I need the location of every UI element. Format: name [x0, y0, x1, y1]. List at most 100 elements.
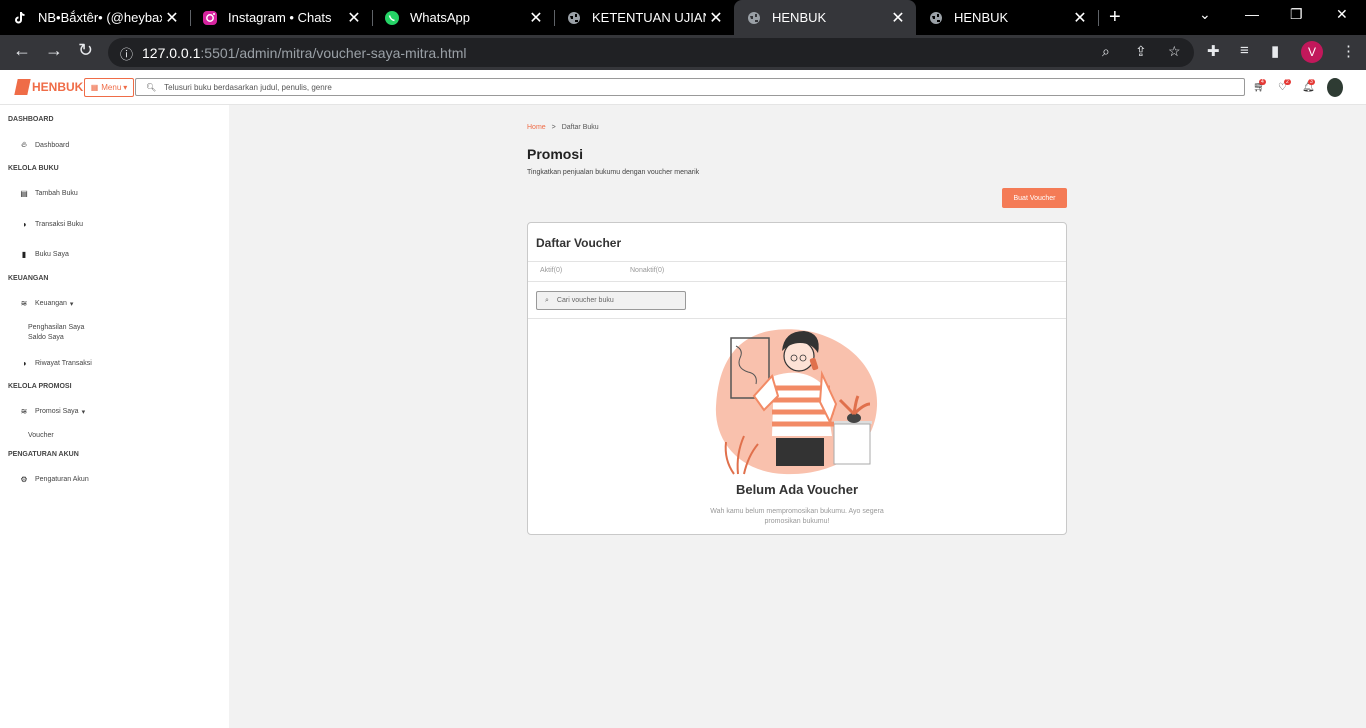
notification-bell-icon[interactable]: 🔔︎ 3 — [1302, 79, 1315, 93]
sidebar-item-label: Transaksi Buku — [35, 221, 83, 228]
tab-divider — [1098, 10, 1099, 26]
sidebar-item-label: Promosi Saya — [35, 408, 79, 415]
minimize-button[interactable]: — — [1245, 6, 1259, 22]
zoom-icon[interactable]: ⌕ — [1102, 43, 1110, 60]
browser-tab-active[interactable]: HENBUK ✕ — [734, 0, 916, 35]
close-icon[interactable]: ✕ — [526, 8, 546, 28]
new-tab-button[interactable]: + — [1109, 6, 1121, 29]
side-panel-icon[interactable]: ▮ — [1271, 42, 1279, 60]
divider — [528, 261, 1066, 262]
globe-icon — [928, 10, 944, 26]
caret-down-icon: ▾ — [69, 300, 74, 308]
breadcrumb: Home > Daftar Buku — [527, 124, 599, 131]
window-close-button[interactable]: ✕ — [1336, 6, 1348, 23]
sidebar-item-transaksi-buku[interactable]: ◑ Transaksi Buku — [19, 220, 83, 229]
close-icon[interactable]: ✕ — [344, 8, 364, 28]
tab-title: KETENTUAN UJIAN PF — [592, 10, 706, 25]
book-search-input[interactable]: 🔍︎ Telusuri buku berdasarkan judul, penu… — [135, 78, 1245, 96]
page-title: Promosi — [527, 146, 584, 162]
tab-search-chevron-icon[interactable]: ⌄ — [1199, 6, 1211, 23]
breadcrumb-home-link[interactable]: Home — [527, 124, 546, 131]
caret-down-icon: ▾ — [81, 408, 86, 416]
close-icon[interactable]: ✕ — [888, 8, 908, 28]
history-icon: ◑ — [21, 359, 27, 368]
browser-tab[interactable]: HENBUK ✕ — [916, 0, 1098, 35]
tab-nonaktif[interactable]: Nonaktif(0) — [630, 267, 664, 274]
sidebar-subitem-penghasilan[interactable]: Penghasilan Saya — [28, 323, 84, 333]
browser-tab[interactable]: Instagram • Chats ✕ — [190, 0, 372, 35]
sidebar-item-buku-saya[interactable]: ▮ Buku Saya — [19, 250, 69, 259]
sidebar-item-label: Dashboard — [35, 141, 70, 149]
henbuk-logo[interactable]: HENBUK — [14, 79, 84, 95]
tab-title: NB•Bắxtêr• (@heybaxt — [38, 10, 162, 25]
empty-state-text: Wah kamu belum mempromosikan bukumu. Ayo… — [710, 508, 884, 525]
sidebar-heading-keuangan: KEUANGAN — [8, 275, 49, 282]
voucher-search-placeholder: Cari voucher buku — [556, 297, 614, 304]
browser-tab[interactable]: WhatsApp ✕ — [372, 0, 554, 35]
search-icon: 🔍︎ — [146, 82, 157, 92]
tiktok-icon — [12, 10, 28, 26]
wishlist-badge: 2 — [1284, 79, 1291, 85]
voucher-list-card: Daftar Voucher Aktif(0) Nonaktif(0) ⌕ Ca… — [527, 222, 1067, 535]
bookmark-star-icon[interactable]: ☆ — [1168, 43, 1181, 60]
sidebar-item-riwayat-transaksi[interactable]: ◑ Riwayat Transaksi — [19, 359, 92, 368]
media-control-icon[interactable]: ≡ — [1240, 42, 1249, 59]
chevron-down-icon: ▾ — [123, 83, 128, 92]
wishlist-heart-icon[interactable]: ♡ 2 — [1278, 79, 1291, 93]
browser-tab[interactable]: NB•Bắxtêr• (@heybaxt ✕ — [0, 0, 190, 35]
close-icon[interactable]: ✕ — [706, 8, 726, 28]
logo-text: HENBUK — [32, 80, 84, 94]
tab-aktif[interactable]: Aktif(0) — [540, 267, 562, 274]
tab-title: HENBUK — [772, 10, 827, 25]
close-icon[interactable]: ✕ — [162, 8, 182, 28]
forward-arrow-icon[interactable]: → — [45, 40, 63, 61]
sidebar-item-pengaturan-akun[interactable]: ⚙ Pengaturan Akun — [19, 475, 89, 484]
notification-badge: 3 — [1308, 79, 1315, 85]
sidebar-heading-kelola-buku: KELOLA BUKU — [8, 165, 59, 172]
sidebar-subitem-voucher[interactable]: Voucher — [28, 431, 54, 441]
site-info-icon[interactable]: ⓘ — [120, 44, 133, 63]
sidebar-item-label: Buku Saya — [35, 251, 69, 258]
book-icon: ▮ — [21, 250, 27, 259]
sidebar-subitem-saldo[interactable]: Saldo Saya — [28, 333, 64, 343]
close-icon[interactable]: ✕ — [1070, 8, 1090, 28]
browser-tab[interactable]: KETENTUAN UJIAN PF ✕ — [554, 0, 734, 35]
page-subtitle: Tingkatkan penjualan bukumu dengan vouch… — [527, 169, 700, 176]
share-icon[interactable]: ⇪ — [1135, 43, 1147, 60]
restore-button[interactable]: ❐ — [1290, 6, 1303, 23]
browser-menu-icon[interactable]: ⋮ — [1341, 42, 1356, 60]
cart-icon[interactable]: 🛒︎ 4 — [1253, 79, 1266, 93]
sidebar-item-label: Tambah Buku — [35, 190, 78, 197]
gear-icon: ⚙ — [20, 475, 28, 484]
create-voucher-button[interactable]: Buat Voucher — [1002, 188, 1067, 208]
app-header: HENBUK ▦ Menu ▾ 🔍︎ Telusuri buku berdasa… — [0, 70, 1366, 105]
sidebar-item-tambah-buku[interactable]: ▤ Tambah Buku — [19, 189, 78, 198]
sidebar-item-promosi-saya[interactable]: ≋ Promosi Saya ▾ — [19, 407, 85, 416]
globe-icon — [566, 10, 582, 26]
card-title: Daftar Voucher — [536, 236, 622, 250]
logo-mark-icon — [14, 79, 31, 95]
fire-icon: 🔥︎ — [21, 140, 27, 149]
tab-title: HENBUK — [954, 10, 1009, 25]
sidebar-item-label: Riwayat Transaksi — [35, 360, 92, 367]
reload-icon[interactable]: ↻ — [78, 40, 93, 61]
profile-avatar[interactable]: V — [1301, 41, 1323, 63]
url-text[interactable]: 127.0.0.1:5501/admin/mitra/voucher-saya-… — [142, 45, 467, 61]
sidebar: DASHBOARD 🔥︎ Dashboard KELOLA BUKU ▤ Tamba… — [0, 105, 229, 728]
sidebar-heading-dashboard: DASHBOARD — [8, 116, 54, 123]
cart-badge: 4 — [1259, 79, 1266, 85]
divider — [528, 281, 1066, 282]
menu-button[interactable]: ▦ Menu ▾ — [84, 78, 134, 97]
voucher-search-input[interactable]: ⌕ Cari voucher buku — [536, 291, 686, 310]
globe-icon — [746, 10, 762, 26]
browser-tab-bar: NB•Bắxtêr• (@heybaxt ✕ Instagram • Chats… — [0, 0, 1366, 35]
sidebar-item-dashboard[interactable]: 🔥︎ Dashboard — [19, 140, 69, 150]
user-avatar[interactable] — [1327, 78, 1343, 97]
address-bar[interactable]: ⓘ 127.0.0.1:5501/admin/mitra/voucher-say… — [108, 38, 1194, 67]
sidebar-heading-kelola-promosi: KELOLA PROMOSI — [8, 383, 72, 390]
back-arrow-icon[interactable]: ← — [13, 40, 31, 61]
sidebar-item-label: Keuangan — [35, 300, 67, 307]
sidebar-item-keuangan[interactable]: ≋ Keuangan ▾ — [19, 299, 74, 308]
extensions-puzzle-icon[interactable]: ✚ — [1207, 42, 1220, 60]
sidebar-item-label: Pengaturan Akun — [35, 476, 89, 483]
